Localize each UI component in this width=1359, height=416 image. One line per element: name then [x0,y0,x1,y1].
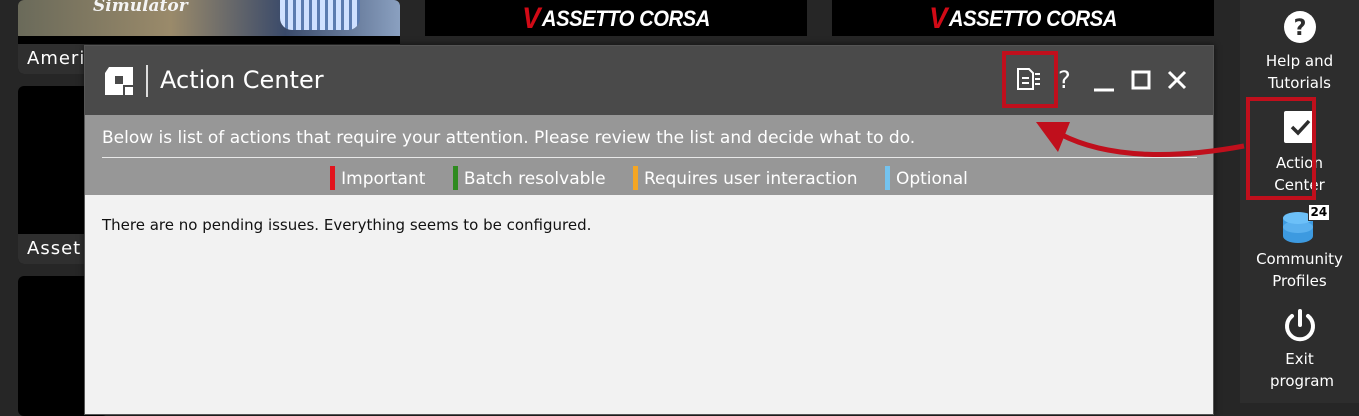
assetto-corsa-logo: VASSETTO CORSA [929,2,1117,35]
close-button[interactable] [1164,66,1190,94]
maximize-button[interactable] [1128,66,1154,94]
profile-count-badge: 24 [1307,204,1331,221]
legend-label: Important [341,169,426,189]
title-separator [146,65,148,97]
legend-label: Optional [895,169,968,189]
legend-swatch [452,166,458,190]
help-button[interactable]: ? [1058,66,1084,94]
banner-text: Simulator [93,0,188,16]
highlight-box-log-button [1002,51,1058,108]
sidebar-item-exit[interactable]: Exit program [1240,308,1359,392]
minimize-button[interactable] [1091,66,1117,94]
right-sidebar: ? Help and Tutorials Action Center 24 Co… [1240,0,1359,403]
truck-grill-graphic [280,0,360,30]
game-banner-image: Simulator [18,0,400,36]
power-icon [1284,309,1315,342]
sidebar-item-label: Exit program [1270,350,1335,390]
info-divider [102,157,1197,158]
sidebar-item-community-profiles[interactable]: 24 Community Profiles [1240,204,1359,292]
game-tile-assetto-1[interactable]: VASSETTO CORSA [425,0,807,36]
legend-swatch [330,166,336,190]
legend-swatch [633,166,638,190]
legend-item-optional: Optional [884,166,968,190]
close-icon [1167,70,1187,90]
question-icon: ? [1283,11,1316,43]
minimize-icon [1094,88,1114,92]
legend-label: Requires user interaction [644,169,858,189]
info-bar: Below is list of actions that require yo… [85,115,1213,195]
assetto-corsa-logo: VASSETTO CORSA [522,2,710,35]
game-tile-assetto-2[interactable]: VASSETTO CORSA [832,0,1214,36]
app-logo-icon [105,67,133,95]
sidebar-item-help[interactable]: ? Help and Tutorials [1240,10,1359,94]
sidebar-item-label: Community Profiles [1256,250,1343,290]
dialog-title: Action Center [160,66,324,94]
svg-text:?: ? [1293,16,1306,41]
sidebar-item-label: Help and Tutorials [1265,52,1334,92]
priority-legend: Important Batch resolvable Requires user… [85,166,1213,190]
empty-state-message: There are no pending issues. Everything … [102,216,592,234]
info-message: Below is list of actions that require yo… [102,128,916,148]
help-glyph: ? [1058,66,1071,94]
legend-item-batch-resolvable: Batch resolvable [452,166,606,190]
legend-item-important: Important [330,166,425,190]
highlight-box-action-center [1246,97,1316,200]
legend-item-requires-user-interaction: Requires user interaction [633,166,858,190]
maximize-icon [1131,70,1151,90]
legend-swatch [884,166,890,190]
legend-label: Batch resolvable [463,169,606,189]
